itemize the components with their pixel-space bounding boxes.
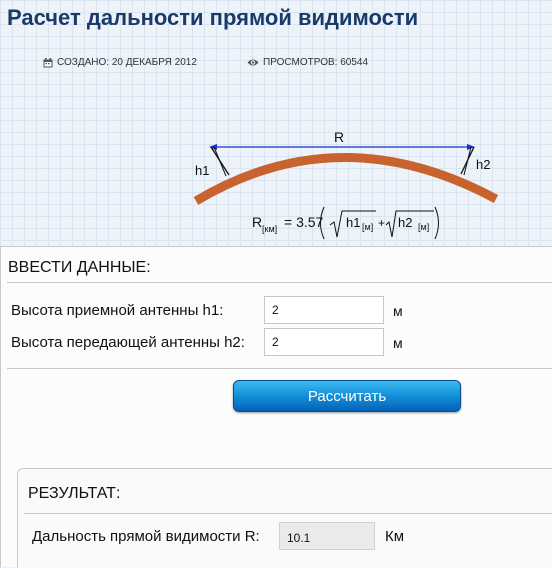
h2-unit: м xyxy=(393,335,403,351)
result-value: 10.1 xyxy=(279,522,375,550)
input-heading: ВВЕСТИ ДАННЫЕ: xyxy=(8,259,151,276)
svg-text:[км]: [км] xyxy=(262,224,277,234)
h2-label: h2 xyxy=(476,157,490,172)
svg-text:+: + xyxy=(378,216,385,230)
svg-text:h2: h2 xyxy=(398,215,412,230)
line-of-sight-diagram: R h1 h2 R [км] = 3.57 h1 [м] + h2 [м] xyxy=(193,129,499,240)
svg-text:h1: h1 xyxy=(346,215,360,230)
divider xyxy=(24,513,552,514)
h1-input[interactable] xyxy=(264,296,384,324)
h1-unit: м xyxy=(393,303,403,319)
page-title: Расчет дальности прямой видимости xyxy=(7,5,419,30)
divider xyxy=(7,368,552,369)
svg-text:R: R xyxy=(252,214,262,230)
svg-text:[м]: [м] xyxy=(418,222,429,232)
earth-curve xyxy=(193,153,499,205)
h1-field-label: Высота приемной антенны h1: xyxy=(11,302,224,319)
divider xyxy=(7,282,552,283)
result-unit: Км xyxy=(385,528,405,545)
created-date: СОЗДАНО: 20 ДЕКАБРЯ 2012 xyxy=(43,57,197,68)
calendar-icon xyxy=(43,57,53,68)
h2-field-label: Высота передающей антенны h2: xyxy=(11,334,245,351)
svg-text:= 3.57: = 3.57 xyxy=(284,214,324,230)
distance-label: R xyxy=(334,129,344,145)
antenna-h2 xyxy=(460,146,475,176)
result-label: Дальность прямой видимости R: xyxy=(32,528,260,545)
view-count: ПРОСМОТРОВ: 60544 xyxy=(247,57,368,68)
created-date-text: СОЗДАНО: 20 ДЕКАБРЯ 2012 xyxy=(57,57,197,68)
result-panel: РЕЗУЛЬТАТ: Дальность прямой видимости R:… xyxy=(17,468,552,568)
svg-text:[м]: [м] xyxy=(362,222,373,232)
calculate-button[interactable]: Рассчитать xyxy=(233,380,461,412)
view-count-text: ПРОСМОТРОВ: 60544 xyxy=(263,57,369,68)
input-panel: ВВЕСТИ ДАННЫЕ: Высота приемной антенны h… xyxy=(0,246,552,568)
eye-icon xyxy=(247,58,259,67)
antenna-h1 xyxy=(210,146,230,177)
result-heading: РЕЗУЛЬТАТ: xyxy=(28,485,121,502)
h1-label: h1 xyxy=(195,163,209,178)
formula: R [км] = 3.57 h1 [м] + h2 [м] xyxy=(252,206,439,240)
h2-input[interactable] xyxy=(264,328,384,356)
